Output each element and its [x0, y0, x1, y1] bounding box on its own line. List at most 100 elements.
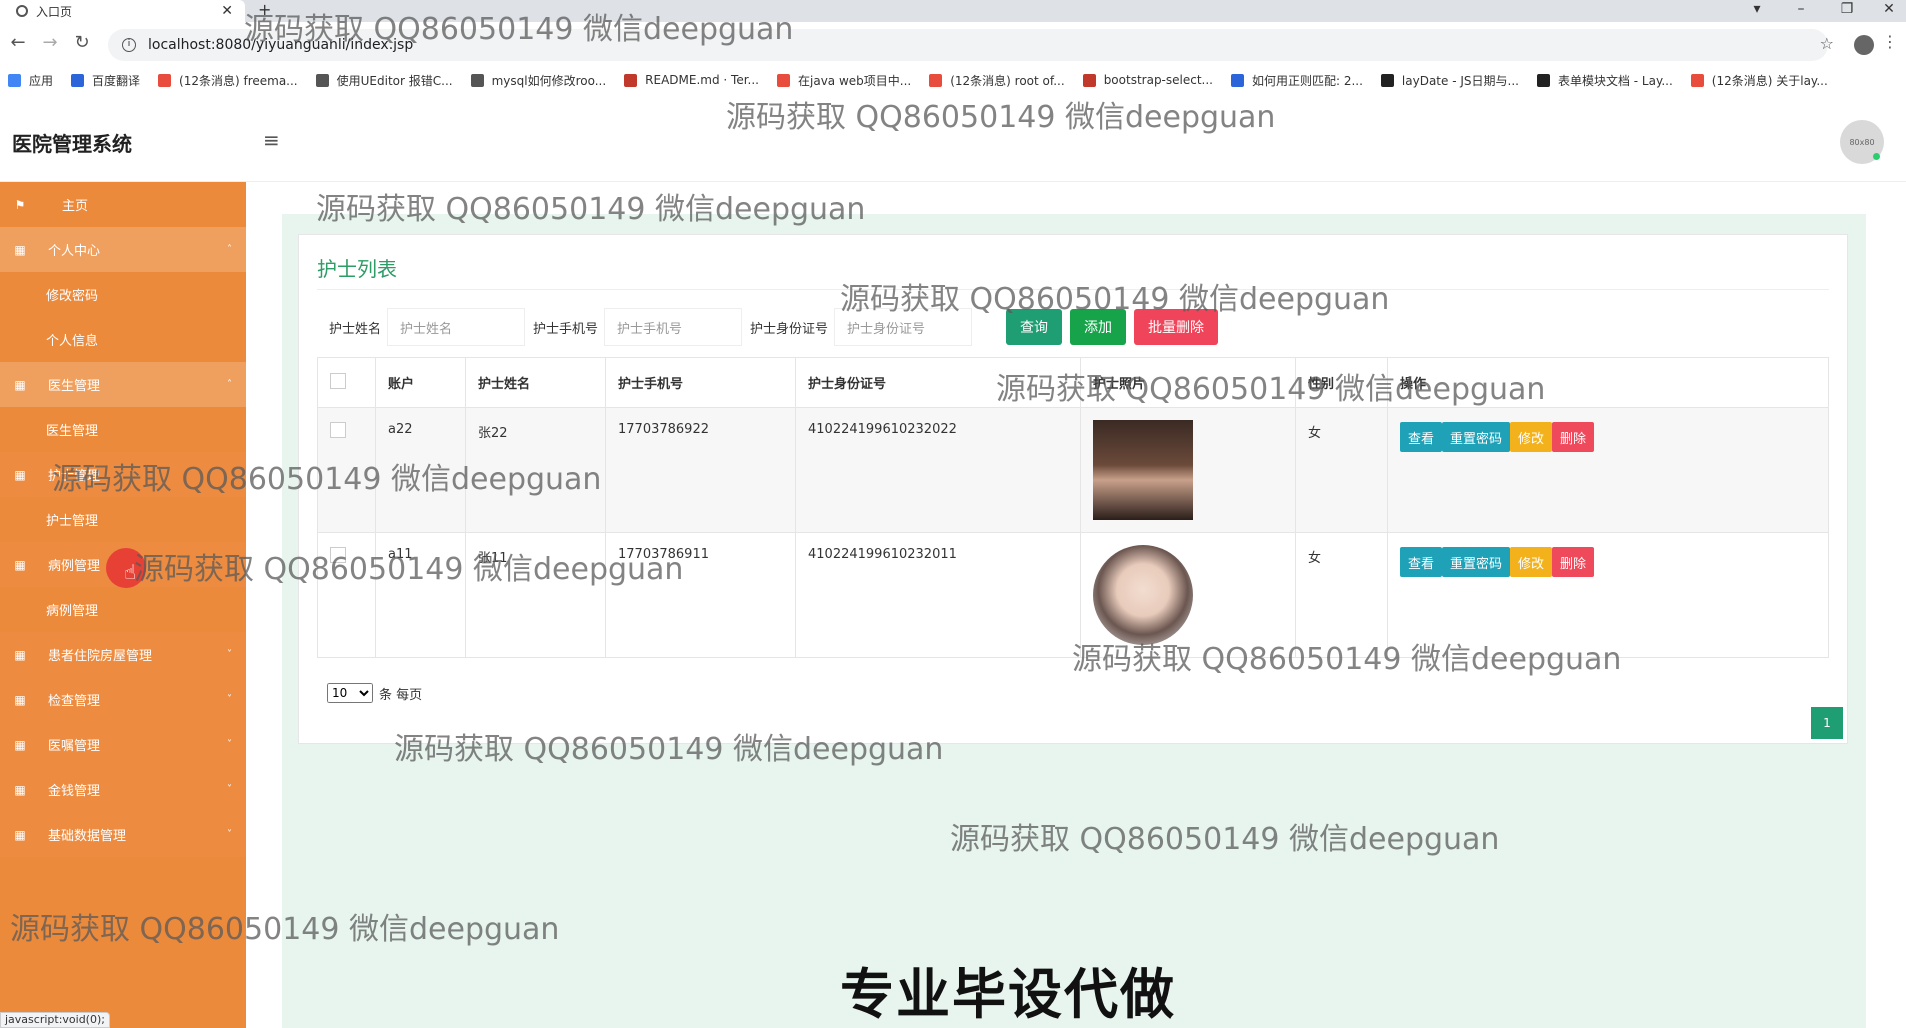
online-status-dot — [1873, 153, 1880, 160]
bookmark-item[interactable]: (12条消息) 关于lay... — [1690, 72, 1828, 89]
delete-button[interactable]: 删除 — [1552, 547, 1595, 577]
promo-text: 专业毕设代做 — [840, 963, 1176, 1026]
idcard-label: 护士身份证号 — [750, 321, 829, 337]
sidebar-item-label: 主页 — [62, 199, 89, 214]
view-button[interactable]: 查看 — [1400, 422, 1443, 452]
profile-icon[interactable] — [1854, 35, 1874, 55]
bookmark-item[interactable]: 百度翻译 — [71, 72, 140, 89]
bookmark-item[interactable]: 表单模块文档 - Lay... — [1536, 72, 1673, 89]
add-button[interactable]: 添加 — [1070, 309, 1127, 345]
chevron-icon: ˅ — [227, 739, 232, 750]
sidebar-item-label: 护士管理 — [46, 514, 99, 529]
sidebar-item-label: 基础数据管理 — [48, 829, 127, 844]
browser-menu-icon[interactable]: ⋮ — [1882, 32, 1898, 51]
app-header: 医院管理系统 ≡ 80x80 — [0, 94, 1906, 182]
bookmark-favicon-icon — [1082, 73, 1096, 87]
forward-icon[interactable]: → — [36, 32, 64, 53]
row-select-cell — [317, 407, 376, 533]
bookmark-label: bootstrap-select... — [1103, 73, 1213, 87]
sidebar-item[interactable]: ▦ 金钱管理 ˅ — [0, 767, 246, 812]
profile-dropdown-icon[interactable]: ▾ — [1742, 0, 1772, 18]
account-cell: a11 — [375, 532, 466, 658]
select-all-cell — [317, 357, 376, 408]
delete-button[interactable]: 删除 — [1552, 422, 1595, 452]
bookmark-item[interactable]: 使用UEditor 报错C... — [315, 72, 453, 89]
new-tab-icon[interactable]: + — [258, 0, 271, 19]
bookmark-item[interactable]: README.md · Ter... — [624, 73, 759, 87]
url-text: localhost:8080/yiyuanguanli/index.jsp — [148, 37, 414, 53]
sidebar-item[interactable]: ▦ 个人中心 ˄ — [0, 227, 246, 272]
page-size-select[interactable]: 10 — [327, 683, 373, 703]
nurse-list-card: 护士列表 护士姓名 护士姓名 护士手机号 护士手机号 护士身份证号 护士身份证号… — [298, 234, 1848, 744]
sidebar-item[interactable]: ▦ 医生管理 ˄ — [0, 362, 246, 407]
avatar-text: 80x80 — [1849, 137, 1875, 147]
sidebar-item[interactable]: 病例管理 — [0, 587, 246, 632]
bookmark-favicon-icon — [929, 73, 943, 87]
row-checkbox[interactable] — [330, 547, 346, 563]
batch-delete-button[interactable]: 批量删除 — [1134, 309, 1219, 345]
hand-cursor-icon: ☝ — [124, 560, 137, 584]
bookmark-favicon-icon — [470, 73, 484, 87]
select-all-checkbox[interactable] — [330, 372, 346, 389]
reload-icon[interactable]: ↻ — [68, 32, 96, 53]
close-window-icon[interactable]: ✕ — [1874, 0, 1904, 18]
bookmark-item[interactable]: (12条消息) freema... — [158, 72, 298, 89]
bookmark-label: layDate - JS日期与... — [1401, 73, 1519, 88]
content-background: 护士列表 护士姓名 护士姓名 护士手机号 护士手机号 护士身份证号 护士身份证号… — [282, 214, 1866, 1028]
sidebar-item[interactable]: 医生管理 — [0, 407, 246, 452]
reset-password-button[interactable]: 重置密码 — [1442, 547, 1511, 577]
bookmark-label: 表单模块文档 - Lay... — [1557, 73, 1673, 88]
browser-tab[interactable]: 入口页 ✕ — [0, 0, 245, 22]
nurse-idcard-input[interactable]: 护士身份证号 — [834, 308, 973, 346]
view-button[interactable]: 查看 — [1400, 547, 1443, 577]
nurse-phone-input[interactable]: 护士手机号 — [604, 308, 743, 346]
bookmark-item[interactable]: 在java web项目中... — [777, 72, 911, 89]
bookmark-label: (12条消息) 关于lay... — [1711, 73, 1828, 88]
minimize-icon[interactable]: – — [1786, 0, 1816, 18]
grid-icon: ▦ — [14, 377, 26, 392]
name-label: 护士姓名 — [329, 321, 382, 337]
bookmark-item[interactable]: 如何用正则匹配: 2... — [1230, 72, 1363, 89]
sidebar-item-label: 患者住院房屋管理 — [48, 649, 153, 664]
sidebar-item[interactable]: ▦ 基础数据管理 ˅ — [0, 812, 246, 857]
close-tab-icon[interactable]: ✕ — [221, 3, 233, 19]
info-icon[interactable]: i — [122, 38, 136, 52]
pagination-page-1[interactable]: 1 — [1811, 707, 1843, 739]
bookmark-label: 在java web项目中... — [798, 73, 912, 88]
flag-icon: ⚑ — [14, 197, 26, 212]
url-field[interactable]: i localhost:8080/yiyuanguanli/index.jsp — [108, 29, 1828, 61]
bookmark-item[interactable]: 应用 — [8, 72, 53, 89]
bookmark-label: (12条消息) freema... — [179, 73, 298, 88]
bookmark-favicon-icon — [1380, 73, 1394, 87]
sidebar-item[interactable]: 修改密码 — [0, 272, 246, 317]
chevron-icon: ˅ — [227, 784, 232, 795]
sidebar-item[interactable]: ▦ 医嘱管理 ˅ — [0, 722, 246, 767]
bookmark-item[interactable]: layDate - JS日期与... — [1380, 72, 1519, 89]
edit-button[interactable]: 修改 — [1510, 422, 1553, 452]
reset-password-button[interactable]: 重置密码 — [1442, 422, 1511, 452]
sidebar-item-label: 医生管理 — [46, 424, 99, 439]
avatar[interactable]: 80x80 — [1840, 120, 1884, 164]
bookmarks-bar: 应用 百度翻译 (12条消息) freema... 使用UEditor 报错C... m… — [0, 66, 1906, 94]
sidebar-item[interactable]: ⚑ 主页 — [0, 182, 246, 227]
sidebar-item[interactable]: ▦ 检查管理 ˅ — [0, 677, 246, 722]
sidebar-item[interactable]: ▦ 患者住院房屋管理 ˅ — [0, 632, 246, 677]
menu-toggle-icon[interactable]: ≡ — [263, 128, 280, 152]
edit-button[interactable]: 修改 — [1510, 547, 1553, 577]
column-header-phone: 护士手机号 — [605, 357, 796, 408]
bookmark-item[interactable]: mysql如何修改roo... — [470, 72, 606, 89]
bookmark-star-icon[interactable]: ☆ — [1820, 34, 1834, 53]
row-checkbox[interactable] — [330, 422, 346, 438]
name-cell: 张11 — [465, 532, 606, 658]
nurse-name-input[interactable]: 护士姓名 — [387, 308, 526, 346]
sidebar-item[interactable]: 护士管理 — [0, 497, 246, 542]
sidebar-item[interactable]: ▦ 护士管理 — [0, 452, 246, 497]
sidebar-item[interactable]: 个人信息 — [0, 317, 246, 362]
grid-icon: ▦ — [14, 782, 26, 797]
restore-icon[interactable]: ❐ — [1832, 0, 1862, 18]
back-icon[interactable]: ← — [4, 32, 32, 53]
bookmark-item[interactable]: (12条消息) root of... — [929, 72, 1065, 89]
query-button[interactable]: 查询 — [1006, 309, 1063, 345]
bookmark-item[interactable]: bootstrap-select... — [1082, 73, 1213, 87]
sidebar-item-label: 检查管理 — [48, 694, 101, 709]
